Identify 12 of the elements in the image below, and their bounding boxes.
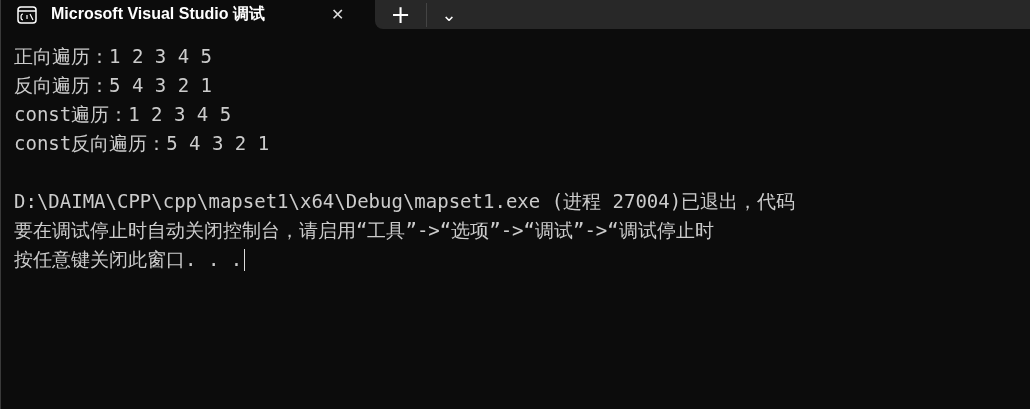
console-line: 要在调试停止时自动关闭控制台，请启用“工具”->“选项”->“调试”->“调试停止时 <box>14 218 714 243</box>
console-line: const反向遍历：5 4 3 2 1 <box>14 131 270 156</box>
close-tab-button[interactable]: ✕ <box>325 5 351 24</box>
tab-title: Microsoft Visual Studio 调试 <box>51 4 266 24</box>
console-line: 正向遍历：1 2 3 4 5 <box>14 44 212 69</box>
new-tab-button[interactable]: + <box>375 2 427 27</box>
console-icon <box>17 5 37 24</box>
console-line: const遍历：1 2 3 4 5 <box>14 102 232 127</box>
console-line: D:\DAIMA\CPP\cpp\mapset1\x64\Debug\mapset1.exe (进程 27004)已退出，代码 <box>14 189 796 214</box>
console-line: 反向遍历：5 4 3 2 1 <box>14 73 212 98</box>
dropdown-button[interactable]: ⌄ <box>427 5 471 24</box>
console-line: 按任意键关闭此窗口. . . <box>14 247 243 272</box>
